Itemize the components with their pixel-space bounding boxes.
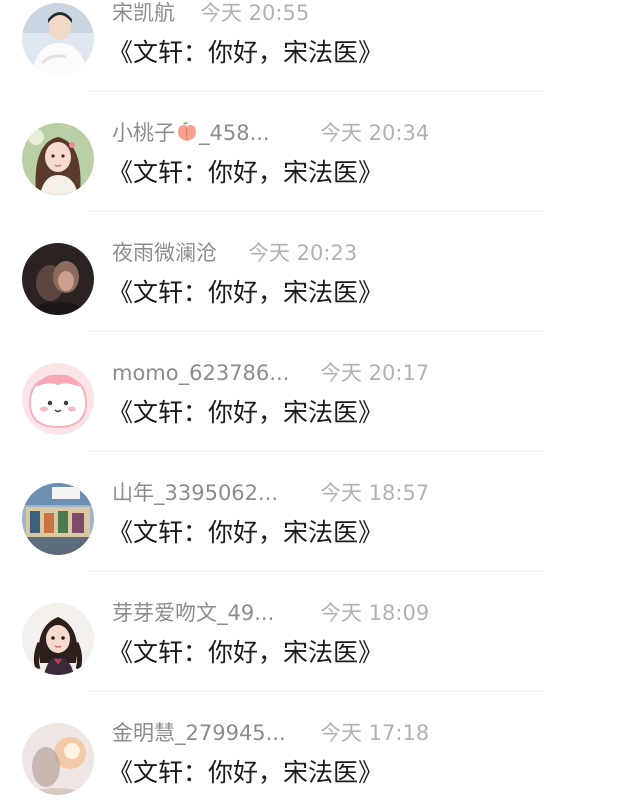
peach-emoji-icon: [178, 122, 196, 141]
user-avatar-icon: [22, 123, 94, 195]
sender-name[interactable]: 金明慧_279945...: [112, 717, 286, 749]
message-item[interactable]: 夜雨微澜沧 今天 20:23 《文轩：你好，宋法医》: [0, 212, 640, 332]
message-time: 今天 20:55: [200, 1, 310, 25]
message-item[interactable]: 小桃子 _458... 今天 20:34 《文轩：你好，宋法医》: [0, 92, 640, 212]
message-text: 《文轩：你好，宋法医》: [108, 158, 384, 187]
user-avatar-icon: [22, 3, 94, 75]
message-item[interactable]: momo_623786... 今天 20:17 《文轩：你好，宋法医》: [0, 332, 640, 452]
user-avatar-icon: [22, 483, 94, 555]
avatar[interactable]: [22, 363, 94, 435]
message-text: 《文轩：你好，宋法医》: [108, 398, 384, 427]
message-meta: 宋凯航 今天 20:55: [112, 0, 309, 29]
message-item[interactable]: 金明慧_279945... 今天 17:18 《文轩：你好，宋法医》: [0, 692, 640, 812]
user-avatar-icon: [22, 723, 94, 795]
message-time: 今天 18:09: [320, 601, 430, 625]
message-meta: 金明慧_279945... 今天 17:18: [112, 717, 429, 749]
message-text: 《文轩：你好，宋法医》: [108, 38, 384, 67]
message-text: 《文轩：你好，宋法医》: [108, 518, 384, 547]
sender-name[interactable]: 芽芽爱吻文_49...: [112, 597, 274, 629]
message-item[interactable]: 宋凯航 今天 20:55 《文轩：你好，宋法医》: [0, 0, 640, 92]
message-meta: 山年_3395062... 今天 18:57: [112, 477, 429, 509]
message-time: 今天 17:18: [320, 721, 430, 745]
message-text: 《文轩：你好，宋法医》: [108, 758, 384, 787]
message-meta: momo_623786... 今天 20:17: [112, 357, 429, 389]
user-avatar-icon: [22, 243, 94, 315]
sender-name[interactable]: momo_623786...: [112, 357, 289, 389]
message-item[interactable]: 山年_3395062... 今天 18:57 《文轩：你好，宋法医》: [0, 452, 640, 572]
message-list: 宋凯航 今天 20:55 《文轩：你好，宋法医》 小桃子 _458... 今天 2…: [0, 0, 640, 812]
avatar[interactable]: [22, 123, 94, 195]
message-time: 今天 20:23: [248, 241, 358, 265]
user-avatar-icon: [22, 363, 94, 435]
message-time: 今天 20:17: [320, 361, 430, 385]
sender-name[interactable]: 宋凯航: [112, 0, 175, 29]
sender-name[interactable]: 夜雨微澜沧: [112, 237, 217, 269]
avatar[interactable]: [22, 603, 94, 675]
avatar[interactable]: [22, 723, 94, 795]
message-meta: 小桃子 _458... 今天 20:34: [112, 117, 429, 149]
message-text: 《文轩：你好，宋法医》: [108, 638, 384, 667]
avatar[interactable]: [22, 3, 94, 75]
message-meta: 芽芽爱吻文_49... 今天 18:09: [112, 597, 429, 629]
sender-name[interactable]: 山年_3395062...: [112, 477, 278, 509]
message-item[interactable]: 芽芽爱吻文_49... 今天 18:09 《文轩：你好，宋法医》: [0, 572, 640, 692]
user-avatar-icon: [22, 603, 94, 675]
avatar[interactable]: [22, 243, 94, 315]
sender-name[interactable]: 小桃子 _458...: [112, 117, 270, 149]
message-meta: 夜雨微澜沧 今天 20:23: [112, 237, 357, 269]
message-time: 今天 18:57: [320, 481, 430, 505]
message-text: 《文轩：你好，宋法医》: [108, 278, 384, 307]
avatar[interactable]: [22, 483, 94, 555]
message-time: 今天 20:34: [320, 121, 430, 145]
